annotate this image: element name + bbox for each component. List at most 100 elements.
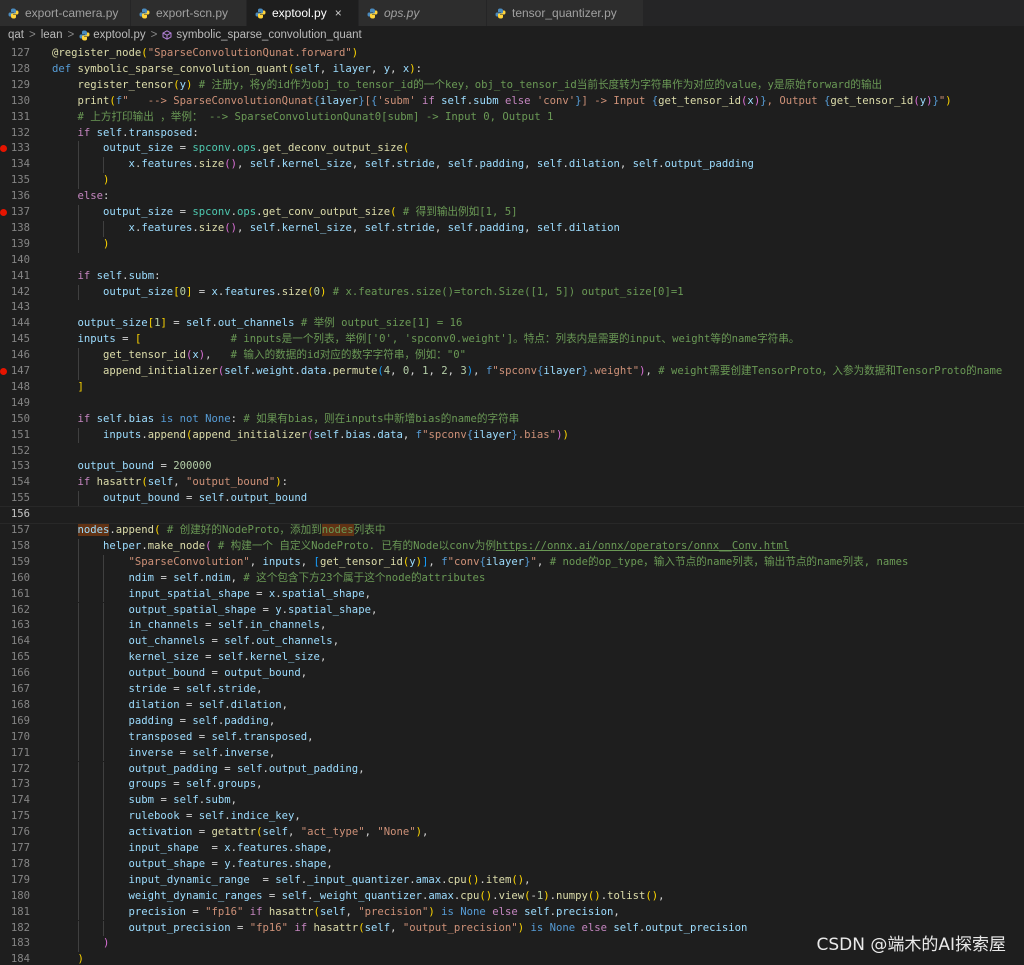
close-icon[interactable]: × [335, 6, 342, 20]
code-token: hasattr [96, 476, 142, 489]
code-line[interactable]: 143 [0, 300, 1024, 316]
code-token: , [345, 905, 359, 918]
tab-tensor_quantizer-py[interactable]: tensor_quantizer.py [487, 0, 644, 26]
code-line[interactable]: 169 padding = self.padding, [0, 713, 1024, 730]
code-line[interactable]: 176 activation = getattr(self, "act_type… [0, 825, 1024, 841]
tab-exptool-py[interactable]: exptool.py × [247, 0, 359, 26]
code-line[interactable]: 179 input_dynamic_range = self._input_qu… [0, 872, 1024, 889]
code-token: # 如果有bias，则在inputs中新增bias的name的字符串 [243, 412, 520, 425]
code-line[interactable]: 148 ] [0, 380, 1024, 396]
code-line[interactable]: 145 inputs = [ # inputs是一个列表，举例['0', 'sp… [0, 332, 1024, 348]
code-line[interactable]: 168 dilation = self.dilation, [0, 697, 1024, 714]
code-token: else [485, 905, 525, 918]
code-line[interactable]: 131 # 上方打印输出 ，举例： --> SparseConvolutionQ… [0, 110, 1024, 126]
code-token: self [524, 905, 550, 918]
code-token: self [198, 810, 225, 823]
code-line[interactable]: 175 rulebook = self.indice_key, [0, 809, 1024, 826]
code-token: out_channels [217, 317, 295, 330]
code-line[interactable]: 163 in_channels = self.in_channels, [0, 618, 1024, 635]
code-token: , [434, 221, 448, 234]
code-line[interactable]: 150 if self.bias is not None: # 如果有bias，… [0, 412, 1024, 428]
code-line[interactable]: 149 [0, 396, 1024, 412]
code-text: output_bound = self.output_bound [52, 491, 307, 507]
code-token: groups [217, 778, 257, 791]
code-text: get_tensor_id(x), # 输入的数据的id对应的数字字符串，例如：… [52, 348, 466, 364]
code-token: = [192, 730, 212, 743]
code-line[interactable]: 146 get_tensor_id(x), # 输入的数据的id对应的数字字符串… [0, 348, 1024, 364]
tab-export-scn-py[interactable]: export-scn.py [131, 0, 247, 26]
code-token: # 构建一个 自定义NodeProto. 已有的Node以conv为例 [211, 539, 496, 552]
code-line[interactable]: 137 output_size = spconv.ops.get_conv_ou… [0, 205, 1024, 221]
code-line[interactable]: 180 weight_dynamic_ranges = self._weight… [0, 888, 1024, 905]
code-token: "output_precision" [402, 921, 518, 934]
code-line[interactable]: 129 register_tensor(y) # 注册y，将y的id作为obj_… [0, 78, 1024, 94]
breadcrumb-item[interactable]: lean [41, 29, 63, 41]
code-line[interactable]: 171 inverse = self.inverse, [0, 745, 1024, 762]
code-token: self [236, 762, 263, 775]
line-number: 164 [10, 635, 30, 648]
code-line[interactable]: 127 @register_node("SparseConvolutionQuna… [0, 46, 1024, 62]
code-line[interactable]: 170 transposed = self.transposed, [0, 729, 1024, 746]
code-editor[interactable]: 127 @register_node("SparseConvolutionQuna… [0, 46, 1024, 965]
code-text: if self.subm: [52, 269, 161, 285]
code-line[interactable]: 162 output_spatial_shape = y.spatial_sha… [0, 602, 1024, 619]
code-line[interactable]: 174 subm = self.subm, [0, 793, 1024, 810]
code-line[interactable]: 178 output_shape = y.features.shape, [0, 856, 1024, 873]
code-token: size [281, 285, 308, 298]
code-line[interactable]: 166 output_bound = output_bound, [0, 666, 1024, 682]
code-token: None [460, 905, 486, 918]
code-line[interactable]: 147 append_initializer(self.weight.data.… [0, 364, 1024, 380]
code-line[interactable]: 142 output_size[0] = x.features.size(0) … [0, 284, 1024, 301]
code-token: "None" [377, 826, 416, 839]
code-line[interactable]: 133 output_size = spconv.ops.get_deconv_… [0, 141, 1024, 158]
code-line[interactable]: 172 output_padding = self.output_padding… [0, 761, 1024, 778]
code-line[interactable]: 158 helper.make_node( # 构建一个 自定义NodeProt… [0, 538, 1024, 555]
code-line[interactable]: 140 [0, 253, 1024, 269]
code-line[interactable]: 132 if self.transposed: [0, 126, 1024, 142]
code-line[interactable]: 173 groups = self.groups, [0, 777, 1024, 794]
code-line[interactable]: 139 ) [0, 236, 1024, 253]
code-line[interactable]: 151 inputs.append(append_initializer(sel… [0, 427, 1024, 444]
code-line[interactable]: 134 x.features.size(), self.kernel_size,… [0, 157, 1024, 174]
code-token: kernel_size [281, 221, 352, 234]
code-line[interactable]: 165 kernel_size = self.kernel_size, [0, 650, 1024, 667]
code-line[interactable]: 152 [0, 444, 1024, 460]
code-line[interactable]: 144 output_size[1] = self.out_channels #… [0, 316, 1024, 332]
code-token: , [402, 428, 416, 441]
code-line[interactable]: 154 if hasattr(self, "output_bound"): [0, 475, 1024, 491]
code-line[interactable]: 167 stride = self.stride, [0, 682, 1024, 698]
code-line[interactable]: 130 print(f" --> SparseConvolutionQunat{… [0, 94, 1024, 110]
code-line[interactable]: 157 nodes.append( # 创建好的NodeProto，添加到nod… [0, 523, 1024, 539]
code-line[interactable]: 161 input_spatial_shape = x.spatial_shap… [0, 586, 1024, 603]
breadcrumb-item[interactable]: qat [8, 29, 24, 41]
code-line[interactable]: 177 input_shape = x.features.shape, [0, 841, 1024, 857]
code-line[interactable]: 159 "SparseConvolution", inputs, [get_te… [0, 554, 1024, 571]
code-text: in_channels = self.in_channels, [52, 618, 327, 634]
code-token: self [147, 476, 174, 489]
code-line[interactable]: 138 x.features.size(), self.kernel_size,… [0, 220, 1024, 237]
code-token: self [249, 158, 276, 171]
code-token: weight_dynamic_ranges [128, 889, 263, 902]
code-text: transposed = self.transposed, [52, 730, 314, 746]
code-token: subm [205, 794, 231, 807]
code-line[interactable]: 153 output_bound = 200000 [0, 459, 1024, 475]
breadcrumb-item[interactable]: symbolic_sparse_convolution_quant [176, 29, 361, 41]
line-number: 129 [10, 78, 30, 91]
tab-ops-py[interactable]: ops.py [359, 0, 487, 26]
code-line[interactable]: 164 out_channels = self.out_channels, [0, 634, 1024, 651]
code-token: if [422, 94, 442, 107]
code-token: , [524, 873, 531, 886]
code-line[interactable]: 128 def symbolic_sparse_convolution_quant… [0, 62, 1024, 78]
code-line[interactable]: 156 [0, 506, 1024, 524]
code-line[interactable]: 155 output_bound = self.output_bound [0, 491, 1024, 508]
code-token: "precision" [358, 905, 429, 918]
code-line[interactable]: 141 if self.subm: [0, 269, 1024, 285]
code-line[interactable]: 136 else: [0, 189, 1024, 205]
breadcrumb-item[interactable]: exptool.py [93, 29, 145, 41]
tab-export-camera-py[interactable]: export-camera.py [0, 0, 131, 26]
code-line[interactable]: 135 ) [0, 173, 1024, 190]
code-line[interactable]: 160 ndim = self.ndim, # 这个包含下方23个属于这个nod… [0, 570, 1024, 587]
code-line[interactable]: 181 precision = "fp16" if hasattr(self, … [0, 904, 1024, 921]
